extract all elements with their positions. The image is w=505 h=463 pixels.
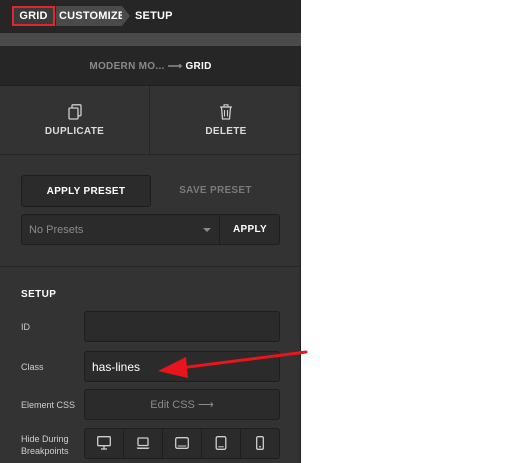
delete-label: DELETE xyxy=(205,126,247,137)
breakpoint-desktop-toggle[interactable] xyxy=(85,429,124,458)
path-separator: ⟶ xyxy=(167,61,183,72)
section-divider xyxy=(0,266,301,267)
element-path: MODERN MO... ⟶ GRID xyxy=(0,46,301,86)
delete-button[interactable]: DELETE xyxy=(151,86,301,155)
setup-section-title: SETUP xyxy=(21,289,57,300)
edit-css-button[interactable]: Edit CSS ⟶ xyxy=(84,389,280,420)
id-field[interactable] xyxy=(84,311,280,342)
breadcrumb-customize[interactable]: CUSTOMIZE xyxy=(56,6,130,26)
duplicate-button[interactable]: DUPLICATE xyxy=(0,86,150,155)
tablet-portrait-icon xyxy=(215,436,227,450)
breakpoint-toggles xyxy=(84,428,280,459)
preset-controls: No Presets APPLY xyxy=(21,214,280,245)
breakpoint-tablet-landscape-toggle[interactable] xyxy=(163,429,202,458)
breadcrumb-setup[interactable]: SETUP xyxy=(135,6,173,26)
duplicate-icon xyxy=(68,104,82,120)
breakpoint-laptop-toggle[interactable] xyxy=(124,429,163,458)
element-css-label: Element CSS xyxy=(21,400,76,410)
mobile-icon xyxy=(256,436,264,450)
breadcrumb-grid[interactable]: GRID xyxy=(12,6,55,26)
chevron-down-icon xyxy=(203,228,211,232)
class-label: Class xyxy=(21,362,44,372)
element-actions: DUPLICATE DELETE xyxy=(0,86,301,155)
desktop-icon xyxy=(97,436,111,450)
preset-select-value: No Presets xyxy=(29,224,84,236)
trash-icon xyxy=(220,104,232,120)
toolbar-strip xyxy=(0,33,301,46)
tab-apply-preset[interactable]: APPLY PRESET xyxy=(21,175,151,207)
preset-select[interactable]: No Presets xyxy=(22,215,220,244)
preset-tabs: APPLY PRESET SAVE PRESET xyxy=(21,175,280,207)
breadcrumb: GRID CUSTOMIZE SETUP xyxy=(0,0,301,33)
breakpoints-label-line-1: Hide During xyxy=(21,434,69,444)
class-field[interactable]: has-lines xyxy=(84,351,280,382)
tablet-landscape-icon xyxy=(175,437,189,449)
id-label: ID xyxy=(21,322,30,332)
apply-preset-button[interactable]: APPLY xyxy=(221,215,279,244)
builder-panel: GRID CUSTOMIZE SETUP MODERN MO... ⟶ GRID… xyxy=(0,0,301,463)
path-parent[interactable]: MODERN MO... xyxy=(89,61,164,72)
path-current: GRID xyxy=(185,61,212,72)
breakpoint-tablet-portrait-toggle[interactable] xyxy=(202,429,241,458)
duplicate-label: DUPLICATE xyxy=(44,126,105,137)
tab-save-preset[interactable]: SAVE PRESET xyxy=(151,175,280,207)
laptop-icon xyxy=(136,437,150,449)
breakpoints-label-line-2: Breakpoints xyxy=(21,446,69,456)
breakpoint-mobile-toggle[interactable] xyxy=(241,429,280,458)
class-field-value: has-lines xyxy=(92,360,141,374)
